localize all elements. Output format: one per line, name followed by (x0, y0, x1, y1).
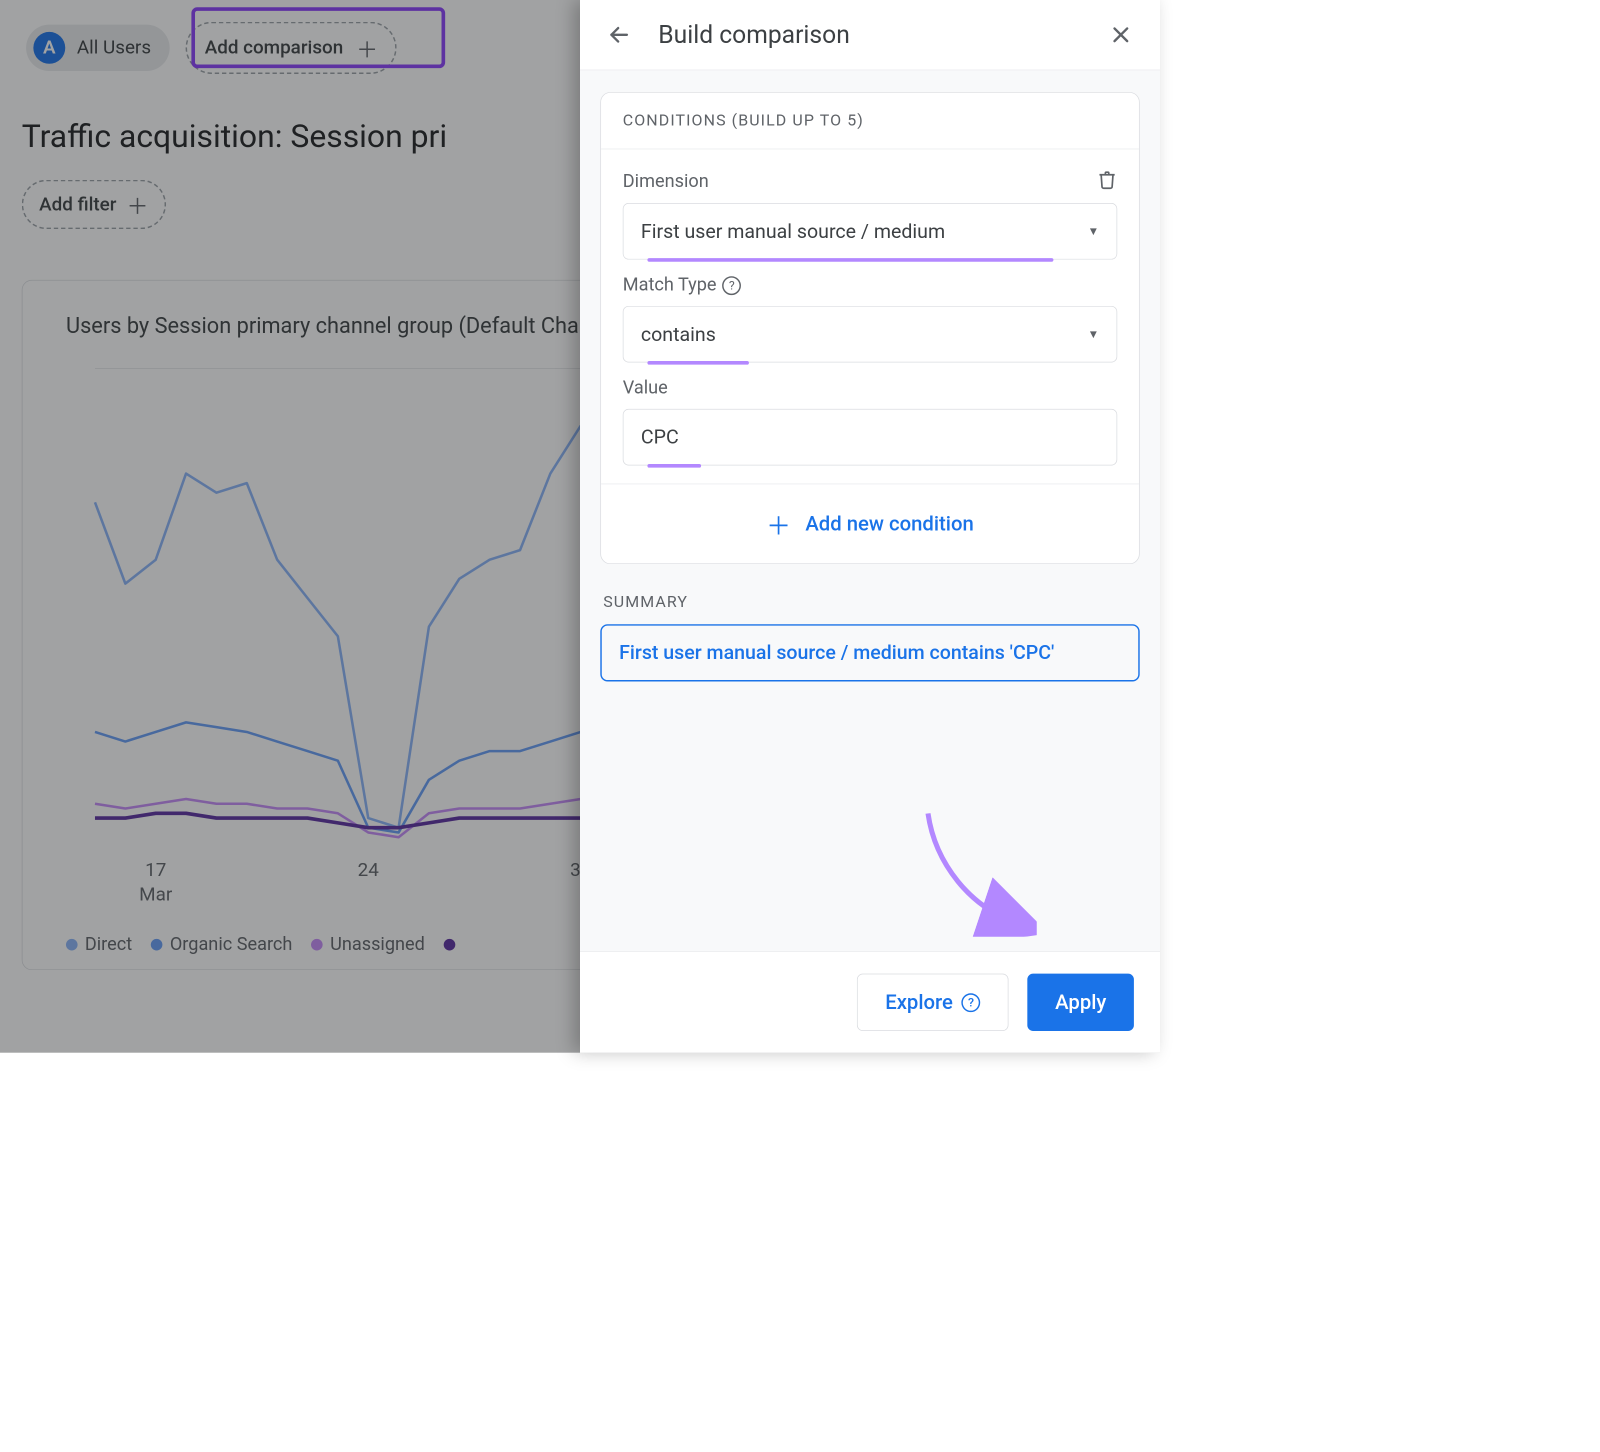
help-icon[interactable]: ? (722, 276, 741, 295)
arrow-left-icon (608, 23, 631, 46)
value-input[interactable]: CPC (623, 409, 1117, 466)
value-text: CPC (641, 426, 679, 449)
back-button[interactable] (602, 17, 637, 52)
value-label: Value (623, 378, 1117, 399)
dimension-value: First user manual source / medium (641, 220, 945, 243)
conditions-card: CONDITIONS (BUILD UP TO 5) Dimension Fir… (600, 92, 1139, 564)
trash-icon (1097, 170, 1117, 190)
match-type-value: contains (641, 323, 716, 346)
panel-header: Build comparison (580, 0, 1160, 70)
delete-condition-button[interactable] (1097, 170, 1117, 193)
panel-title: Build comparison (658, 20, 1081, 49)
match-type-label: Match Type ? (623, 275, 1117, 296)
dimension-label: Dimension (623, 171, 709, 192)
chevron-down-icon: ▼ (1088, 224, 1099, 239)
apply-button[interactable]: Apply (1028, 974, 1134, 1031)
close-button[interactable] (1103, 17, 1138, 52)
conditions-header: CONDITIONS (BUILD UP TO 5) (601, 93, 1139, 150)
dimension-select[interactable]: First user manual source / medium ▼ (623, 203, 1117, 260)
panel-footer: Explore ? Apply (580, 951, 1160, 1053)
plus-icon: ＋ (766, 506, 791, 542)
apply-label: Apply (1055, 990, 1106, 1014)
add-condition-label: Add new condition (805, 512, 973, 536)
explore-label: Explore (885, 990, 953, 1014)
match-type-select[interactable]: contains ▼ (623, 306, 1117, 363)
summary-box: First user manual source / medium contai… (600, 624, 1139, 681)
summary-header: SUMMARY (600, 593, 1139, 611)
explore-button[interactable]: Explore ? (857, 974, 1009, 1031)
help-icon[interactable]: ? (962, 993, 981, 1012)
chevron-down-icon: ▼ (1088, 327, 1099, 342)
close-icon (1110, 24, 1132, 46)
build-comparison-panel: Build comparison CONDITIONS (BUILD UP TO… (580, 0, 1160, 1053)
add-condition-button[interactable]: ＋ Add new condition (601, 484, 1139, 564)
